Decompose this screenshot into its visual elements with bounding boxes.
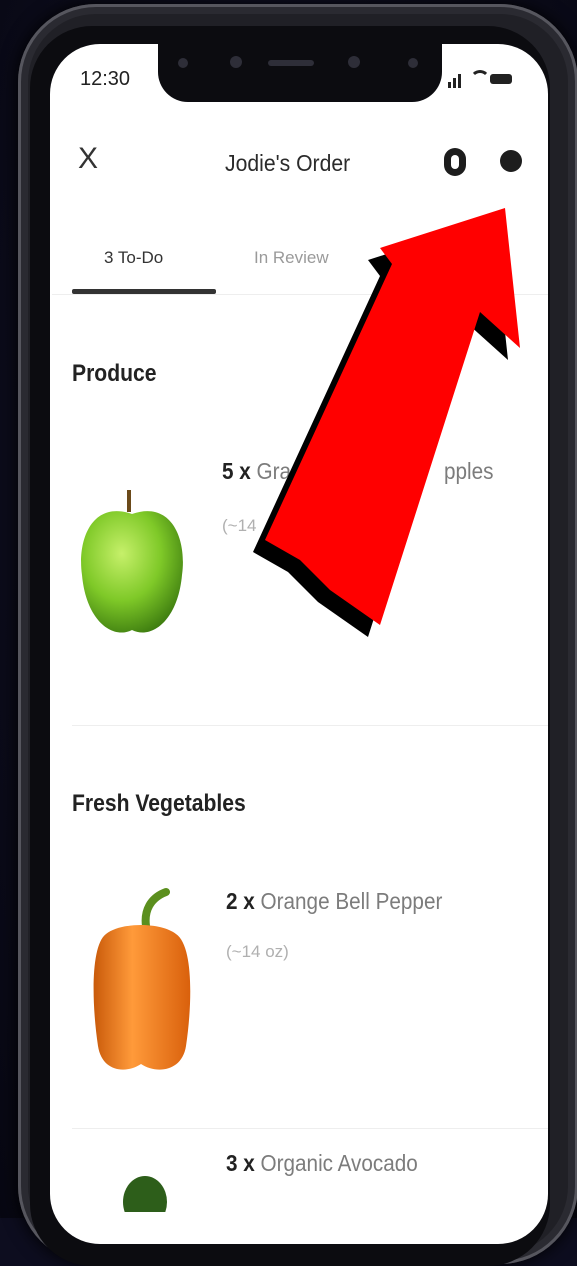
item-divider [72,1128,548,1129]
status-time: 12:30 [80,68,131,90]
item-size: (~14 oz) [226,942,289,961]
phone-notch [158,44,442,102]
tab-to-do[interactable]: 3 To-Do [104,248,163,268]
list-item-bell-pepper[interactable]: 2 x Orange Bell Pepper [226,888,442,915]
app-screen [50,44,548,1244]
more-options-icon[interactable] [500,150,522,172]
item-quantity: 3 x [226,1150,255,1176]
item-name-start: Gra [256,458,292,484]
avocado-image [123,1176,167,1212]
item-name-end: pples [444,458,494,484]
section-title-fresh-vegetables: Fresh Vegetables [72,790,246,817]
orange-bell-pepper-image [93,888,191,1070]
section-title-produce: Produce [72,360,157,387]
list-item-avocado[interactable]: 3 x Organic Avocado [226,1150,418,1177]
green-apple-image [81,490,183,633]
tab-in-review[interactable]: In Review [254,248,329,268]
item-quantity: 5 x [222,458,251,484]
page-title: Jodie's Order [225,150,351,176]
wifi-icon [470,70,490,90]
item-name: Orange Bell Pepper [260,888,443,914]
item-name: Organic Avocado [260,1150,418,1176]
item-quantity: 2 x [226,888,255,914]
item-name-end-wrap: pples [444,458,493,485]
help-icon[interactable] [444,148,466,176]
section-divider [72,725,548,726]
close-icon[interactable]: X [78,144,102,174]
tabs-divider [52,294,548,295]
status-icons [448,70,528,88]
item-size: (~14 [222,516,257,535]
battery-icon [490,74,512,84]
list-item-apples[interactable]: 5 x Gra [222,458,291,485]
